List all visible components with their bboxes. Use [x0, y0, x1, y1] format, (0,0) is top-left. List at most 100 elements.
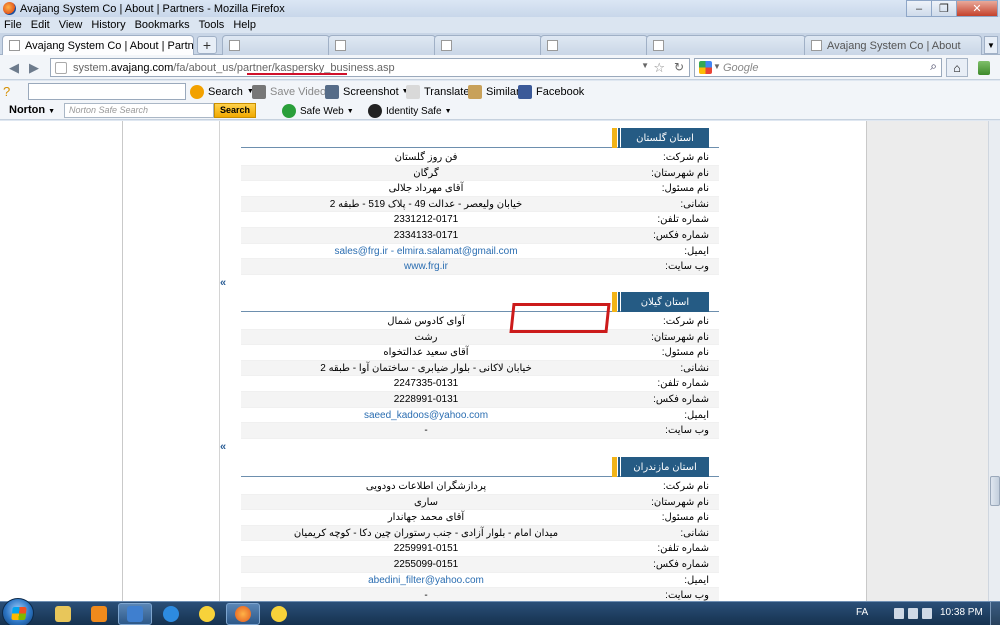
- address-label: نشانی:: [680, 527, 709, 539]
- translate-button[interactable]: Translate: [406, 83, 469, 100]
- toolbar-search-label: Search: [208, 85, 243, 98]
- save-video-label: Save Video: [270, 85, 327, 98]
- start-button[interactable]: [2, 598, 34, 625]
- site-identity-icon[interactable]: [55, 62, 67, 74]
- phone-label: شماره تلفن:: [657, 378, 709, 390]
- tab-3[interactable]: [328, 35, 436, 55]
- back-arrow-icon[interactable]: ◀: [4, 58, 24, 77]
- tray-volume-icon[interactable]: [922, 608, 932, 619]
- menu-view[interactable]: View: [59, 19, 83, 31]
- search-icon[interactable]: ⌕: [930, 59, 937, 74]
- tab-6[interactable]: [646, 35, 806, 55]
- tab-5[interactable]: [540, 35, 648, 55]
- maximize-button[interactable]: ❐: [931, 0, 957, 17]
- table-row: نام شرکت: پردازشگران اطلاعات دودویی: [241, 479, 719, 495]
- screenshot-button[interactable]: Screenshot▼: [325, 83, 409, 100]
- toolbar-search-engine-icon[interactable]: ?: [3, 84, 23, 99]
- partner-section-golestan: استان گلستان نام شرکت: فن روز گلستان نام …: [241, 128, 719, 275]
- taskbar-media-player[interactable]: [82, 603, 116, 625]
- menu-bookmarks[interactable]: Bookmarks: [135, 19, 190, 31]
- clock[interactable]: 10:38 PM: [940, 607, 983, 618]
- identity-safe-label: Identity Safe: [386, 105, 442, 117]
- menu-file[interactable]: File: [4, 19, 22, 31]
- bookmark-star-icon[interactable]: ☆: [653, 60, 665, 76]
- tray-flag-icon[interactable]: [894, 608, 904, 619]
- table-row: ایمیل: saeed_kadoos@yahoo.com: [241, 408, 719, 424]
- forward-arrow-icon[interactable]: ▶: [24, 58, 44, 77]
- menu-edit[interactable]: Edit: [31, 19, 50, 31]
- minimize-button[interactable]: –: [906, 0, 932, 17]
- close-button[interactable]: ✕: [956, 0, 998, 17]
- tray-network-icon[interactable]: [908, 608, 918, 619]
- facebook-button[interactable]: Facebook: [518, 83, 584, 100]
- url-path: /fa/about_us/partner/kaspersky_business.…: [173, 61, 395, 74]
- phone-label: شماره تلفن:: [657, 214, 709, 226]
- section-header: استان گیلان: [241, 292, 719, 312]
- norton-search-button[interactable]: Search: [214, 103, 256, 118]
- manager-value: آقای سعید عدالتخواه: [383, 347, 469, 359]
- tab-2[interactable]: [222, 35, 330, 55]
- search-engine-dropdown-icon[interactable]: ▼: [713, 62, 721, 71]
- norton-search-input[interactable]: Norton Safe Search: [64, 103, 214, 118]
- taskbar-messenger-2[interactable]: [262, 603, 296, 625]
- windows-taskbar: FA 10:38 PM: [0, 598, 1000, 625]
- google-icon[interactable]: [699, 61, 712, 74]
- toolbar-search-input[interactable]: [28, 83, 186, 100]
- website-label: وب سایت:: [665, 261, 709, 273]
- new-tab-button[interactable]: +: [197, 36, 217, 54]
- vertical-scrollbar[interactable]: [988, 121, 1000, 601]
- email-link[interactable]: sales@frg.ir - elmira.salamat@gmail.com: [241, 244, 611, 259]
- website-link[interactable]: www.frg.ir: [241, 259, 611, 274]
- email-link[interactable]: abedini_filter@yahoo.com: [241, 573, 611, 588]
- url-input[interactable]: system. avajang.com/fa/about_us/partner/k…: [50, 58, 690, 77]
- table-row: شماره فکس: 2334133-0171: [241, 227, 719, 244]
- url-history-dropdown-icon[interactable]: ▼: [641, 61, 649, 70]
- translate-label: Translate: [424, 85, 470, 98]
- identity-safe-button[interactable]: Identity Safe ▼: [368, 104, 452, 118]
- table-row: نام شرکت: فن روز گلستان: [241, 150, 719, 166]
- back-to-top-icon[interactable]: «: [220, 277, 226, 289]
- menu-tools[interactable]: Tools: [199, 19, 225, 31]
- taskbar-app[interactable]: [118, 603, 152, 625]
- show-desktop-button[interactable]: [990, 602, 1000, 625]
- email-link[interactable]: saeed_kadoos@yahoo.com: [241, 408, 611, 423]
- app-icon: [127, 606, 143, 622]
- tab-favicon: [547, 40, 558, 51]
- taskbar-firefox[interactable]: [226, 603, 260, 625]
- reload-icon[interactable]: ↻: [674, 60, 684, 74]
- taskbar-internet-explorer[interactable]: [154, 603, 188, 625]
- company-value: پردازشگران اطلاعات دودویی: [365, 481, 487, 492]
- norton-toolbar: Norton ▼ Norton Safe Search Search Safe …: [0, 102, 1000, 120]
- window-controls: – ❐ ✕: [906, 0, 998, 17]
- tab-7[interactable]: Avajang System Co | About: [804, 35, 982, 55]
- toolbar-search-button[interactable]: Search ▼: [190, 83, 254, 100]
- search-input[interactable]: ▼ Google ⌕: [694, 58, 942, 77]
- norton-logo[interactable]: Norton ▼: [9, 104, 55, 116]
- scrollbar-thumb[interactable]: [990, 476, 1000, 506]
- safe-web-label: Safe Web: [300, 105, 344, 117]
- safe-web-button[interactable]: Safe Web ▼: [282, 104, 354, 118]
- table-row: ایمیل: abedini_filter@yahoo.com: [241, 573, 719, 589]
- menu-history[interactable]: History: [91, 19, 125, 31]
- home-icon[interactable]: ⌂: [946, 58, 968, 77]
- save-video-button[interactable]: Save Video▼: [252, 83, 335, 100]
- manager-value: آقای مهرداد جلالی: [388, 183, 464, 195]
- tab-favicon: [335, 40, 346, 51]
- menu-help[interactable]: Help: [233, 19, 256, 31]
- back-to-top-icon[interactable]: «: [220, 441, 226, 453]
- taskbar-messenger[interactable]: [190, 603, 224, 625]
- taskbar-explorer[interactable]: [46, 603, 80, 625]
- table-row: وب سایت: www.frg.ir: [241, 259, 719, 275]
- address-value: میدان امام - بلوار آزادی - جنب رستوران چ…: [293, 527, 559, 539]
- tab-active[interactable]: Avajang System Co | About | Partners: [2, 35, 194, 55]
- address-value: خیابان لاکانی - بلوار ضیابری - ساختمان آ…: [320, 362, 532, 374]
- addon-icon[interactable]: [975, 58, 993, 77]
- translate-icon: [406, 84, 420, 99]
- windows-logo-icon: [11, 607, 27, 620]
- tab-list-chevron-icon[interactable]: ▼: [984, 36, 998, 54]
- tab-4[interactable]: [434, 35, 542, 55]
- email-label: ایمیل:: [684, 245, 709, 257]
- fax-label: شماره فکس:: [653, 229, 709, 241]
- table-row: شماره تلفن: 2331212-0171: [241, 212, 719, 228]
- language-indicator[interactable]: FA: [856, 607, 868, 618]
